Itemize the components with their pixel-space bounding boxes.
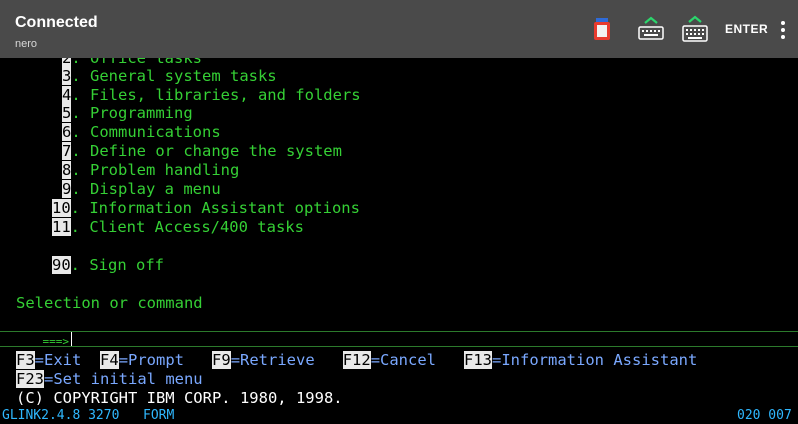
emulator-version: GLINK2.4.8 3270 — [2, 408, 120, 423]
fkey-f12[interactable]: F12=Cancel — [342, 351, 436, 369]
divider — [0, 346, 798, 347]
menu-item-3[interactable]: 3. General system tasks — [62, 67, 277, 85]
connection-title: Connected — [15, 14, 98, 31]
fkey-row-1: F3=Exit F4=Prompt F9=Retrieve F12=Cancel… — [16, 351, 697, 369]
fkey-row-2: F23=Set initial menu — [16, 370, 203, 388]
cursor-position: 020 007 — [737, 408, 792, 423]
fkey-f13[interactable]: F13=Information Assistant — [464, 351, 697, 369]
app-bar: Connected nero ENTER — [0, 0, 798, 58]
input-mode: FORM — [143, 408, 175, 423]
keyboard-toggle-icon[interactable] — [680, 15, 710, 43]
command-label: Selection or command — [16, 294, 203, 312]
status-bar: GLINK2.4.8 3270 FORM 020 007 — [0, 408, 798, 424]
keyboard-show-icon[interactable] — [636, 15, 666, 43]
command-underline — [0, 331, 798, 332]
menu-item-signoff[interactable]: 90. Sign off — [52, 256, 164, 274]
menu-item-10[interactable]: 10. Information Assistant options — [52, 199, 360, 217]
fkey-f9[interactable]: F9=Retrieve — [212, 351, 315, 369]
menu-item-7[interactable]: 7. Define or change the system — [62, 142, 342, 160]
fkey-f23[interactable]: F23=Set initial menu — [16, 370, 203, 388]
more-icon[interactable] — [774, 18, 792, 42]
menu-item-5[interactable]: 5. Programming — [62, 104, 193, 122]
terminal-screen[interactable]: 2. Office tasks 3. General system tasks … — [0, 58, 798, 424]
menu-item-4[interactable]: 4. Files, libraries, and folders — [62, 86, 361, 104]
menu-item-9[interactable]: 9. Display a menu — [62, 180, 221, 198]
menu-item-partial[interactable]: 2. Office tasks — [62, 58, 202, 67]
command-input-cursor[interactable] — [71, 332, 72, 347]
menu-item-11[interactable]: 11. Client Access/400 tasks — [52, 218, 304, 236]
enter-button[interactable]: ENTER — [725, 22, 768, 36]
fkey-f3[interactable]: F3=Exit — [16, 351, 81, 369]
menu-item-6[interactable]: 6. Communications — [62, 123, 221, 141]
copyright-text: (C) COPYRIGHT IBM CORP. 1980, 1998. — [16, 389, 343, 407]
clipboard-icon[interactable] — [591, 15, 613, 43]
menu-item-8[interactable]: 8. Problem handling — [62, 161, 239, 179]
fkey-f4[interactable]: F4=Prompt — [100, 351, 184, 369]
host-name: nero — [15, 38, 38, 50]
